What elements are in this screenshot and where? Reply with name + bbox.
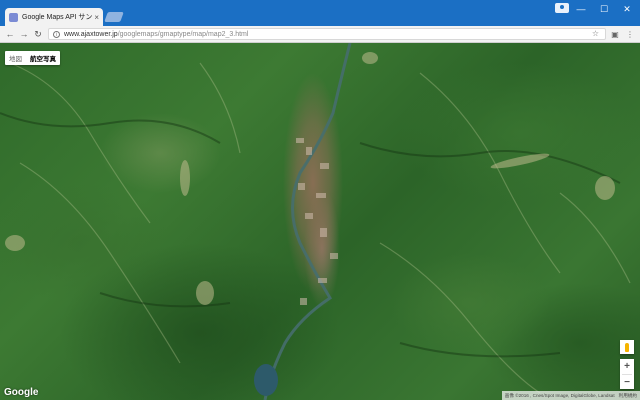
zoom-in-button[interactable]: + xyxy=(620,359,634,374)
zoom-control: + − xyxy=(620,359,634,389)
maptype-control: 地図 航空写真 xyxy=(5,51,60,65)
tab-close-icon[interactable]: × xyxy=(94,13,99,22)
back-arrow-icon[interactable]: ← xyxy=(4,27,16,41)
url-host: www.ajaxtower.jp xyxy=(64,30,118,38)
tab-title: Google Maps API サンプル xyxy=(22,14,93,21)
close-window-icon[interactable]: ✕ xyxy=(616,0,638,18)
browser-titlebar: Google Maps API サンプル × — ☐ ✕ xyxy=(0,0,640,26)
address-bar[interactable]: i www.ajaxtower.jp/googlemaps/gmaptype/m… xyxy=(48,28,606,40)
forward-arrow-icon[interactable]: → xyxy=(18,27,30,41)
camera-icon[interactable]: ▣ xyxy=(609,27,621,41)
satellite-map[interactable]: 地図 航空写真 + − Google 画像 ©2016 , Cnes/Spot … xyxy=(0,43,640,400)
terms-link[interactable]: 利用規約 xyxy=(619,393,637,399)
info-icon[interactable]: i xyxy=(53,30,60,38)
browser-tab[interactable]: Google Maps API サンプル × xyxy=(5,8,103,26)
maximize-icon[interactable]: ☐ xyxy=(593,0,615,18)
zoom-out-button[interactable]: − xyxy=(620,375,634,390)
reload-icon[interactable]: ↻ xyxy=(32,27,44,41)
tab-favicon-icon xyxy=(9,12,18,22)
maptype-satellite-button[interactable]: 航空写真 xyxy=(26,51,60,65)
pegman-button[interactable] xyxy=(620,340,634,354)
new-tab-button[interactable] xyxy=(104,12,124,22)
attribution-text: 画像 ©2016 , Cnes/Spot Image, DigitalGlobe… xyxy=(504,392,615,398)
terrain-overlay xyxy=(0,43,631,400)
pegman-icon xyxy=(625,342,629,352)
browser-toolbar: ← → ↻ i www.ajaxtower.jp/googlemaps/gmap… xyxy=(0,26,640,43)
google-logo[interactable]: Google xyxy=(4,387,38,398)
url-text: www.ajaxtower.jp/googlemaps/gmaptype/map… xyxy=(64,31,248,38)
menu-icon[interactable]: ⋮ xyxy=(624,27,636,41)
url-path: /googlemaps/gmaptype/map/map2_3.html xyxy=(117,30,249,38)
map-attribution: 画像 ©2016 , Cnes/Spot Image, DigitalGlobe… xyxy=(501,391,640,400)
maptype-map-button[interactable]: 地図 xyxy=(5,51,26,65)
minimize-icon[interactable]: — xyxy=(570,0,592,18)
star-icon[interactable]: ☆ xyxy=(592,29,599,38)
profile-icon[interactable] xyxy=(555,3,569,13)
